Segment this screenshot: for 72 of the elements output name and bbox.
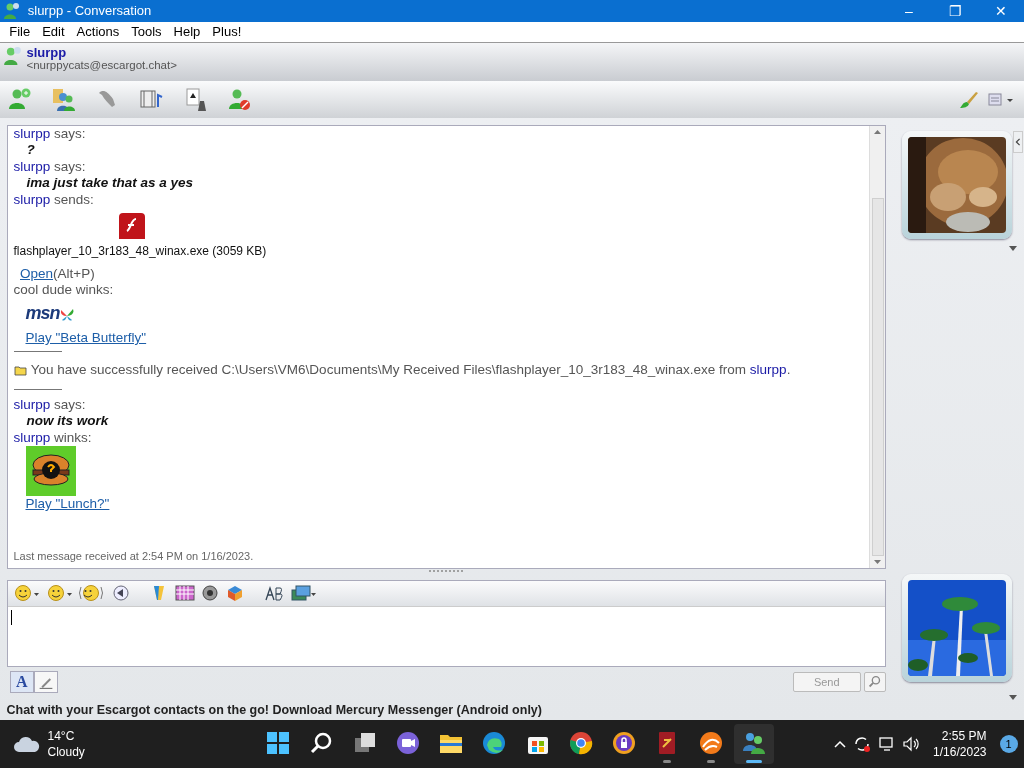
messenger-icon[interactable] xyxy=(733,724,774,764)
collapse-icon[interactable] xyxy=(1013,130,1023,153)
message-verb: winks: xyxy=(54,429,92,445)
file-name: flashplayer_10_3r183_48_winax.exe (3059 KB) xyxy=(13,243,267,258)
sender-name: slurpp xyxy=(13,191,51,207)
cloud-icon xyxy=(13,735,41,753)
notice-text: You have successfully received C:\Users\VM6\Documents\My Received Files\flashplayer_10_3r183_48_winax.exe from slurpp. xyxy=(30,362,791,379)
status-text: Last message received at 2:54 PM on 1/16/2023. xyxy=(13,549,254,562)
message-verb: sends: xyxy=(54,191,94,207)
emoticon-icon[interactable] xyxy=(14,584,40,602)
grid-icon[interactable] xyxy=(174,584,195,602)
flash-file-icon xyxy=(116,211,147,240)
wink-smiley-icon[interactable] xyxy=(46,584,73,602)
contact-icon xyxy=(3,46,24,67)
sync-icon[interactable] xyxy=(853,735,872,753)
message-verb: says: xyxy=(54,396,86,412)
messenger-icon xyxy=(3,2,22,20)
burger-wink-icon xyxy=(25,446,76,496)
font-button[interactable]: A xyxy=(9,670,34,693)
sender-name: slurpp xyxy=(13,158,51,174)
message-verb: says: xyxy=(54,125,86,141)
sender-name: cool dude xyxy=(13,282,73,297)
temperature-text: 14°C xyxy=(47,728,76,744)
menu-item[interactable]: Tools xyxy=(125,22,168,42)
folder-icon xyxy=(13,364,28,376)
butterfly-icon xyxy=(59,308,74,323)
sender-name: slurpp xyxy=(13,429,51,445)
contact-name: slurpp xyxy=(26,46,67,60)
resize-grip-icon[interactable] xyxy=(428,568,465,573)
menu-item[interactable]: File xyxy=(3,22,37,42)
window-title: slurpp - Conversation xyxy=(27,2,153,21)
weather-text: Cloudy xyxy=(47,744,85,760)
pen-icon[interactable] xyxy=(33,670,58,693)
background-icon[interactable] xyxy=(290,584,319,602)
shortcut-text: (Alt+P) xyxy=(53,265,95,281)
scrollbar-thumb[interactable] xyxy=(871,197,884,556)
notification-badge[interactable]: 1 xyxy=(999,735,1018,753)
message-text: now its work xyxy=(25,413,109,428)
menu-item[interactable]: Actions xyxy=(70,22,126,42)
speaker-icon[interactable] xyxy=(201,584,219,602)
play-wink-link[interactable]: Play "Lunch?" xyxy=(25,496,110,511)
message-verb: says: xyxy=(54,158,86,174)
close-button[interactable]: ✕ xyxy=(978,0,1024,22)
message-verb: winks: xyxy=(75,282,114,297)
contact-email: <nurppycats@escargot.chat> xyxy=(26,59,177,73)
clock-date[interactable]: 1/16/2023 xyxy=(933,744,987,760)
dropdown-arrow-icon[interactable] xyxy=(1007,245,1018,252)
maximize-button[interactable]: ❐ xyxy=(932,0,978,22)
window-menu-icon[interactable] xyxy=(988,91,1014,108)
chevron-up-icon[interactable] xyxy=(832,739,847,749)
voice-clip-icon[interactable] xyxy=(111,584,130,602)
spellcheck-icon[interactable] xyxy=(264,584,284,602)
sender-name: slurpp xyxy=(13,396,51,412)
contacts-icon[interactable] xyxy=(50,86,77,113)
menu-item[interactable]: Edit xyxy=(36,22,71,42)
network-icon[interactable] xyxy=(877,736,896,752)
gift-icon[interactable] xyxy=(225,584,244,602)
minimize-button[interactable]: – xyxy=(886,0,932,22)
paintbrush-icon[interactable] xyxy=(958,89,978,110)
promo-text: Chat with your Escargot contacts on the go! Download Mercury Messenger (Android only) xyxy=(6,703,542,718)
nudge-icon[interactable] xyxy=(79,584,105,602)
menu-item[interactable]: Plus! xyxy=(206,22,248,42)
clock-time[interactable]: 2:55 PM xyxy=(941,728,987,744)
menu-item[interactable]: Help xyxy=(167,22,207,42)
message-text: ima just take that as a yes xyxy=(25,175,194,190)
sender-name: slurpp xyxy=(13,125,51,141)
dropdown-arrow-icon[interactable] xyxy=(1007,694,1018,701)
open-link[interactable]: Open xyxy=(20,265,54,281)
play-wink-link[interactable]: Play "Beta Butterfly" xyxy=(25,330,147,345)
wink-logo: msn xyxy=(25,303,60,323)
message-text: ? xyxy=(25,142,35,157)
speaker-icon[interactable] xyxy=(902,736,921,752)
